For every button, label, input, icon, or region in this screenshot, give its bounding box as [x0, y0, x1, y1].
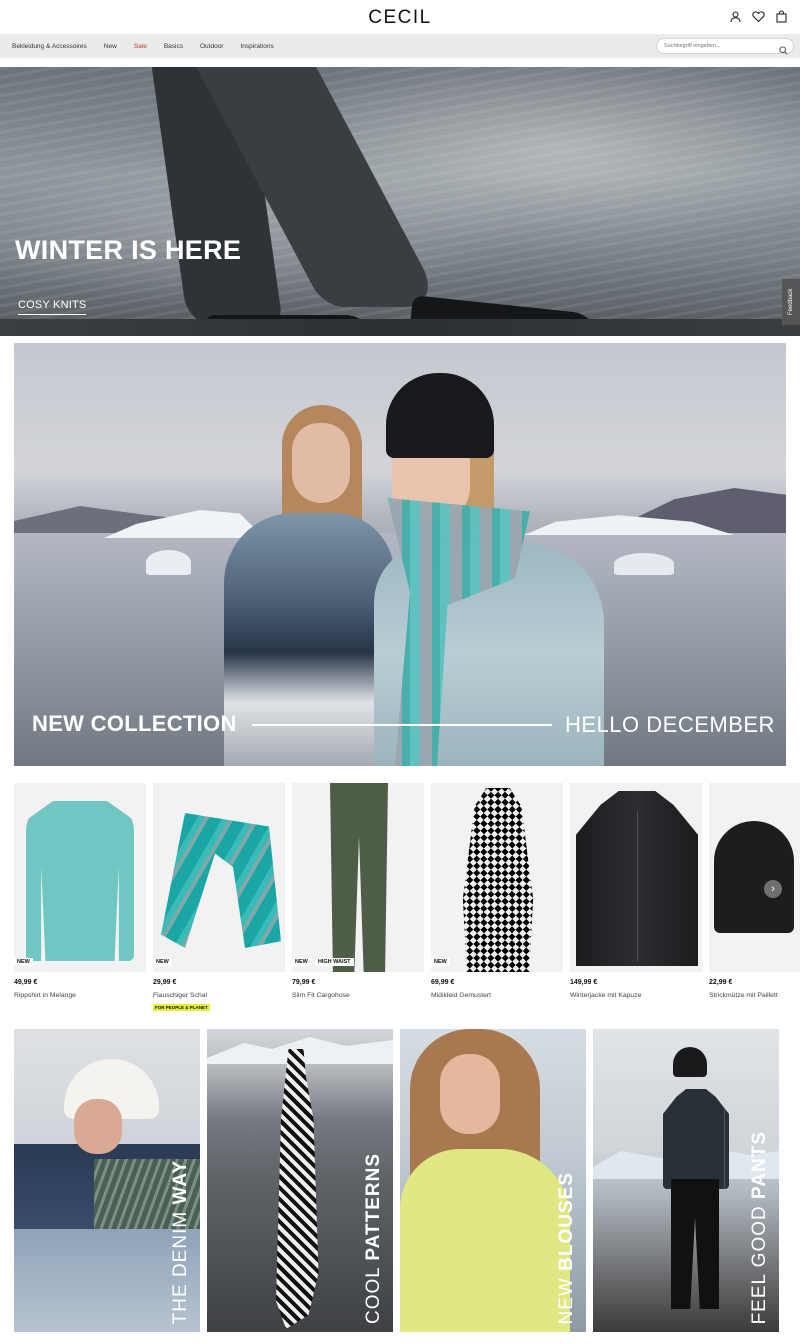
- tile-image-blouse: [400, 1149, 570, 1332]
- hero-image-ground: [0, 319, 800, 336]
- hero-banner-winter[interactable]: WINTER IS HERE COSY KNITS: [0, 67, 800, 336]
- product-name: Slim Fit Cargohose: [292, 992, 350, 999]
- product-image: [292, 783, 424, 972]
- product-name: Strickmütze mit Paillett: [709, 992, 778, 999]
- category-tile-blouses[interactable]: NEW BLOUSES: [400, 1029, 586, 1332]
- product-image: [709, 783, 800, 972]
- hero-image-model: [374, 373, 604, 766]
- product-carousel: NEW 49,99 € Rippshirt in Melange NEW 29,…: [14, 783, 800, 1023]
- nav-item-clothing[interactable]: Bekleidung & Accessoires: [12, 43, 87, 50]
- category-label-bold: PATTERNS: [363, 1153, 384, 1261]
- category-tile-denim[interactable]: THE DENIM WAY: [14, 1029, 200, 1332]
- category-label-light: NEW: [556, 1270, 577, 1324]
- product-card[interactable]: 149,99 € Winterjacke mit Kapuze: [570, 783, 702, 1018]
- user-icon[interactable]: [729, 10, 742, 23]
- collection-subtitle: HELLO DECEMBER: [565, 712, 775, 737]
- search-icon[interactable]: [779, 42, 788, 55]
- hero-image-iceberg: [614, 553, 674, 575]
- nav-item-new[interactable]: New: [104, 43, 117, 50]
- nav-item-sale[interactable]: Sale: [134, 43, 147, 50]
- feedback-tab[interactable]: Feedback: [782, 279, 800, 325]
- high-waist-badge: HIGH WAIST: [314, 958, 354, 966]
- hero-banner-new-collection[interactable]: NEW COLLECTION HELLO DECEMBER: [14, 343, 786, 766]
- new-badge: NEW: [431, 958, 450, 966]
- category-label-light: THE DENIM: [170, 1204, 191, 1325]
- hero-image-model: [224, 405, 394, 766]
- heart-icon[interactable]: [752, 10, 765, 23]
- product-price: 22,99 €: [709, 979, 733, 986]
- category-label-light: FEEL GOOD: [749, 1198, 770, 1324]
- header-icons: [729, 10, 788, 23]
- product-name: Winterjacke mit Kapuze: [570, 992, 642, 999]
- tile-image-hat: [673, 1047, 707, 1077]
- new-badge: NEW: [292, 958, 311, 966]
- category-label: FEEL GOOD PANTS: [749, 1130, 770, 1324]
- cosy-knits-link[interactable]: COSY KNITS: [18, 299, 87, 315]
- category-label: COOL PATTERNS: [363, 1153, 384, 1324]
- tile-image-jacket: [663, 1089, 729, 1189]
- category-label: THE DENIM WAY: [170, 1159, 191, 1325]
- tile-image-model: [276, 1049, 319, 1329]
- product-card[interactable]: NEW 49,99 € Rippshirt in Melange: [14, 783, 146, 1018]
- sustainability-badge: FOR PEOPLE & PLANET: [153, 1004, 210, 1011]
- search-box: [656, 38, 794, 55]
- product-price: 149,99 €: [570, 979, 598, 986]
- category-label-bold: PANTS: [749, 1130, 770, 1199]
- product-name: Midikleid Gemustert: [431, 992, 492, 999]
- hero-title: WINTER IS HERE: [15, 235, 242, 265]
- nav-item-basics[interactable]: Basics: [164, 43, 183, 50]
- product-price: 79,99 €: [292, 979, 316, 986]
- product-price: 69,99 €: [431, 979, 455, 986]
- hero-image-iceberg: [146, 550, 191, 575]
- new-badge: NEW: [14, 958, 33, 966]
- tile-image-pants: [671, 1179, 719, 1309]
- top-header: CECIL: [0, 0, 800, 34]
- category-label-bold: WAY: [170, 1159, 191, 1205]
- category-label-light: COOL: [363, 1260, 384, 1324]
- product-image: [570, 783, 702, 972]
- tile-image-face: [74, 1099, 122, 1154]
- bag-icon[interactable]: [775, 10, 788, 23]
- product-name: Rippshirt in Melange: [14, 992, 76, 999]
- product-card[interactable]: NEW 69,99 € Midikleid Gemustert: [431, 783, 563, 1018]
- product-image: [14, 783, 146, 972]
- product-image: [153, 783, 285, 972]
- category-label-bold: BLOUSES: [556, 1171, 577, 1271]
- nav-item-inspirations[interactable]: Inspirations: [240, 43, 273, 50]
- nav-item-outdoor[interactable]: Outdoor: [200, 43, 224, 50]
- category-tile-patterns[interactable]: COOL PATTERNS: [207, 1029, 393, 1332]
- chevron-right-icon[interactable]: ›: [764, 880, 782, 898]
- category-label: NEW BLOUSES: [556, 1171, 577, 1324]
- product-name: Flauschiger Schal: [153, 992, 208, 999]
- collection-title: NEW COLLECTION: [32, 711, 237, 736]
- main-nav: Bekleidung & Accessoires New Sale Basics…: [0, 34, 800, 58]
- product-card[interactable]: NEW HIGH WAIST 79,99 € Slim Fit Cargohos…: [292, 783, 424, 1018]
- search-input[interactable]: [664, 41, 774, 51]
- tile-image-face: [440, 1054, 500, 1134]
- product-price: 49,99 €: [14, 979, 38, 986]
- product-card[interactable]: 22,99 € Strickmütze mit Paillett: [709, 783, 800, 1018]
- category-tile-pants[interactable]: FEEL GOOD PANTS: [593, 1029, 779, 1332]
- cecil-logo[interactable]: CECIL: [0, 7, 800, 29]
- product-image: [431, 783, 563, 972]
- new-badge: NEW: [153, 958, 172, 966]
- product-price: 29,99 €: [153, 979, 177, 986]
- title-divider: [252, 724, 552, 726]
- product-card[interactable]: NEW 29,99 € Flauschiger Schal FOR PEOPLE…: [153, 783, 285, 1018]
